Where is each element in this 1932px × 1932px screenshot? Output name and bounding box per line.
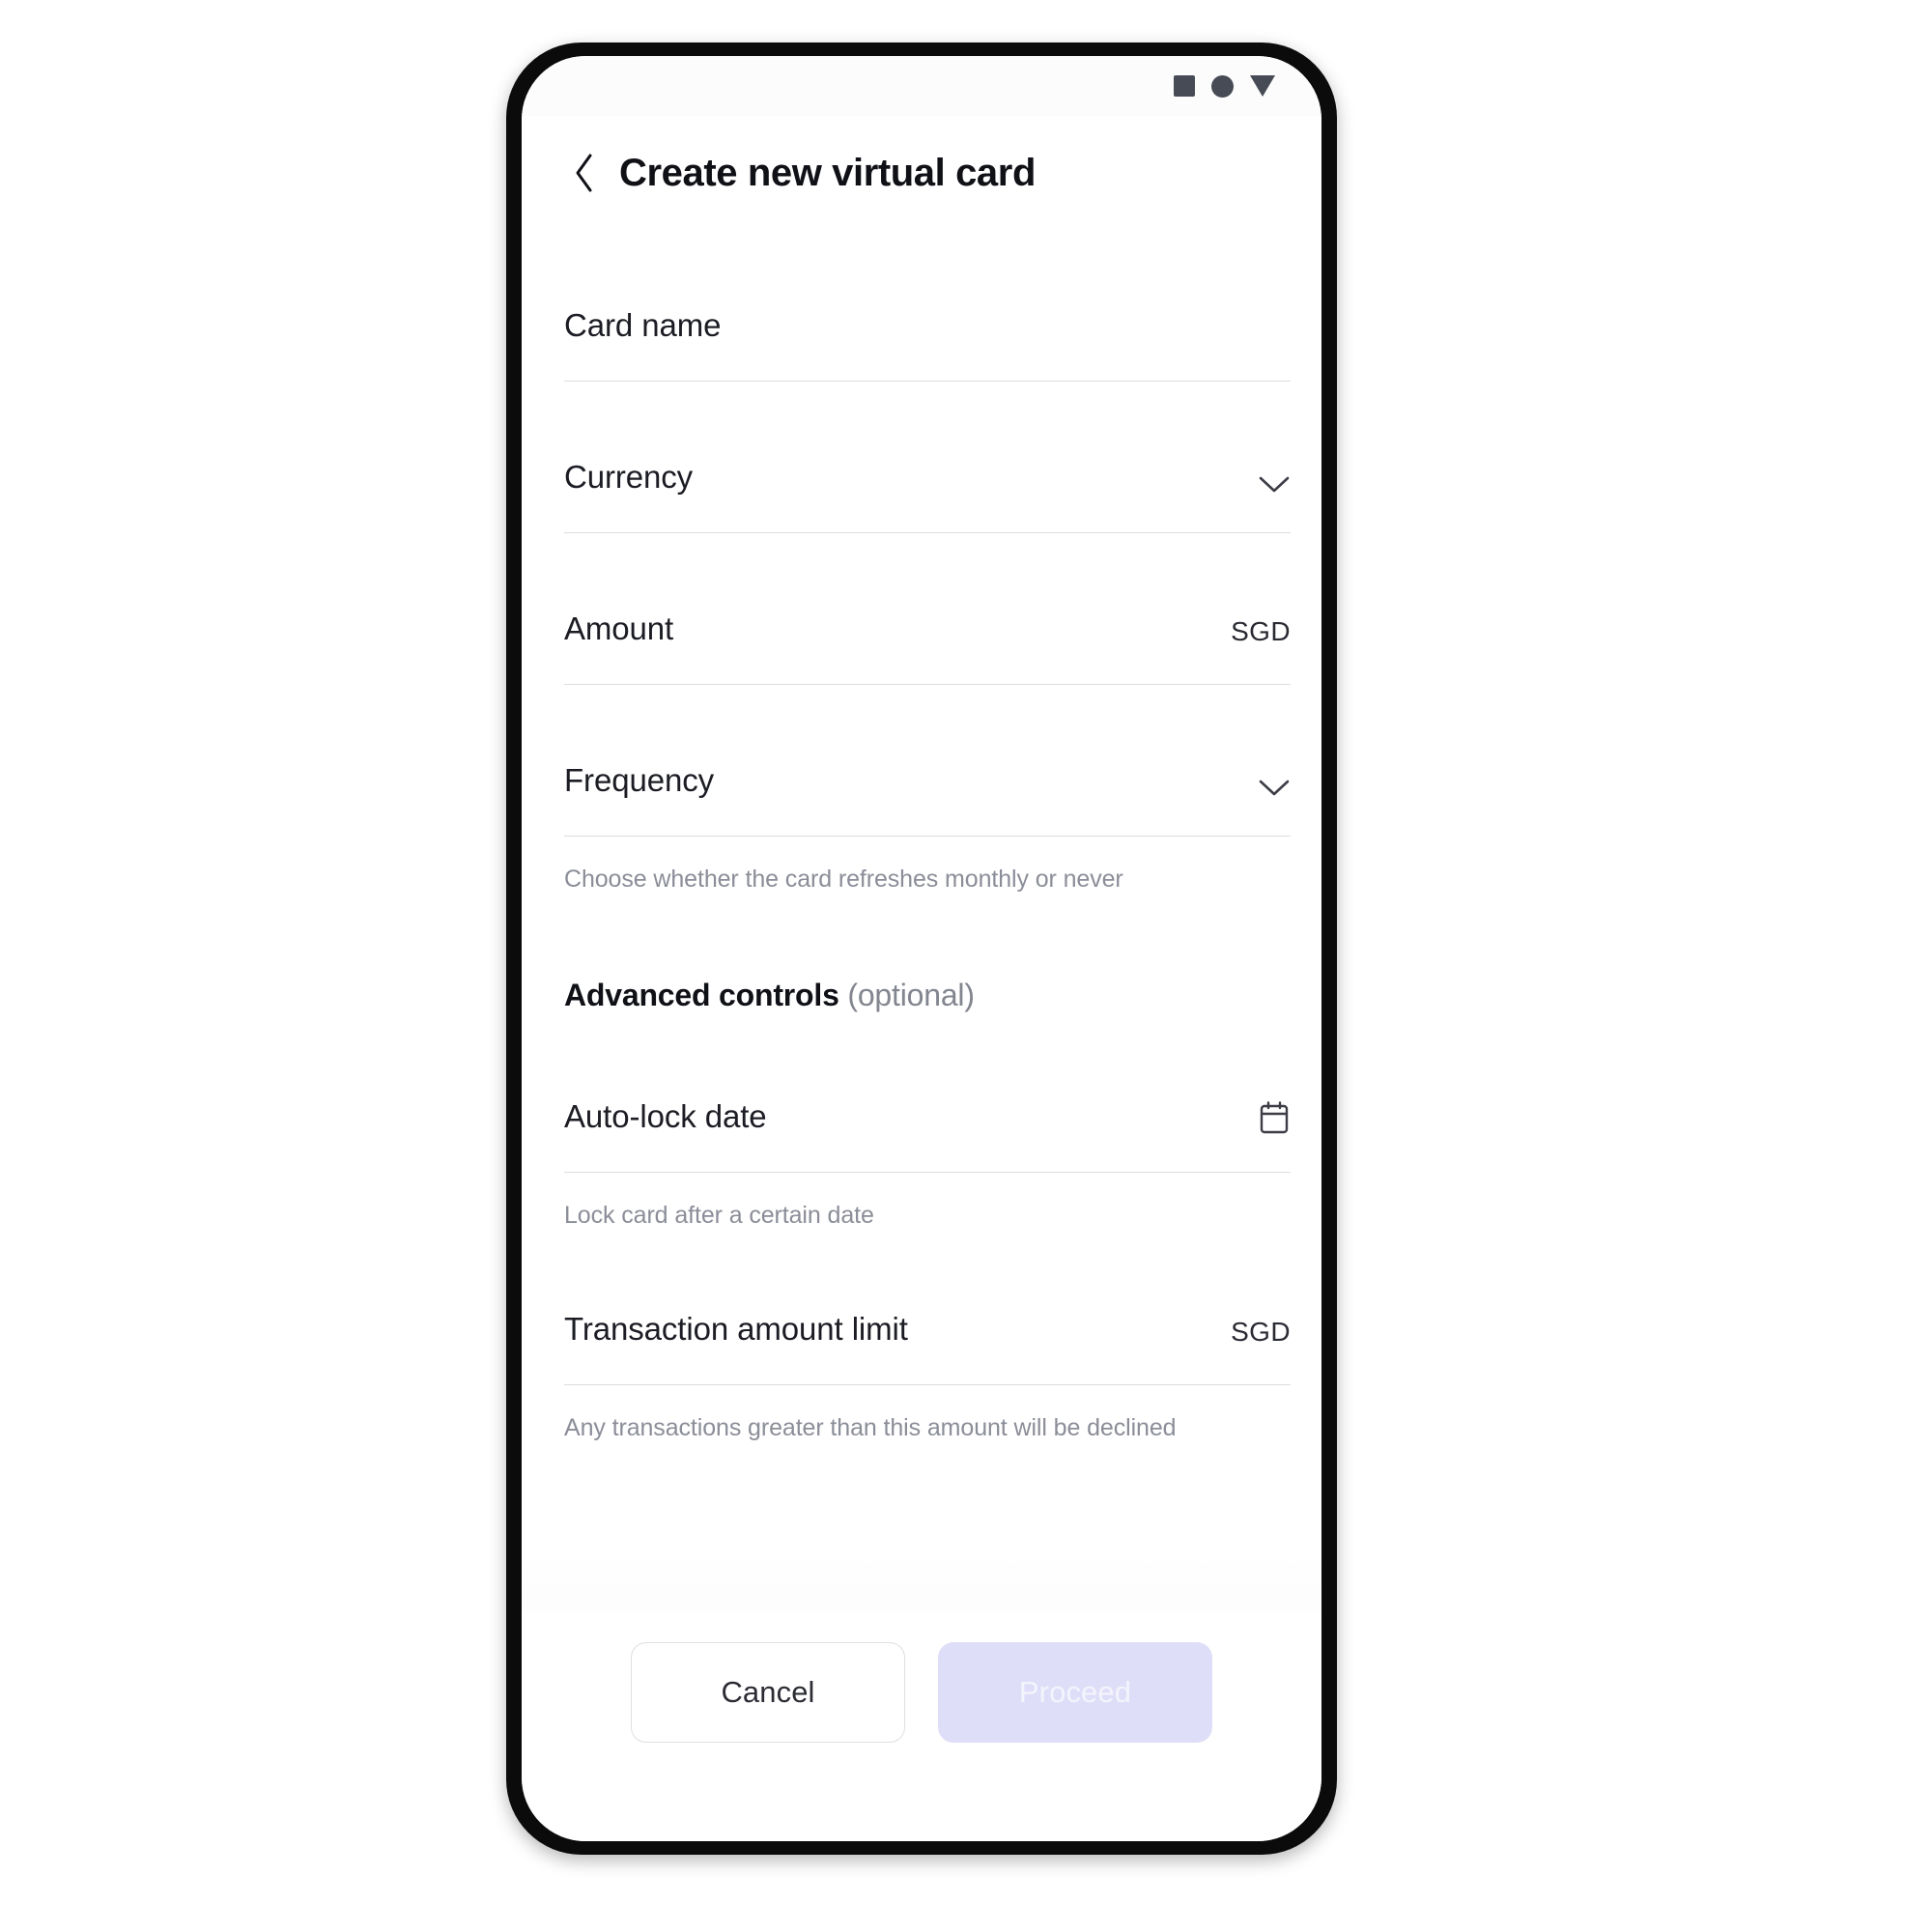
- advanced-controls-optional-note: (optional): [847, 978, 975, 1013]
- field-helper-text: Lock card after a certain date: [564, 1202, 874, 1230]
- field-label: Auto-lock date: [564, 1098, 767, 1135]
- field-row[interactable]: Card name: [564, 292, 1291, 381]
- field-label: Amount: [564, 611, 674, 646]
- phone-screen: Create new virtual card Card name Curren…: [522, 56, 1321, 1841]
- field-row[interactable]: Auto-lock date: [564, 1083, 1291, 1172]
- currency-suffix: SGD: [1231, 1316, 1291, 1347]
- field-label: Transaction amount limit: [564, 1310, 908, 1347]
- page-title: Create new virtual card: [619, 151, 1036, 194]
- calendar-icon[interactable]: [1258, 1100, 1291, 1135]
- field-card-name[interactable]: Card name: [564, 230, 1291, 382]
- chevron-down-icon[interactable]: [1258, 474, 1291, 496]
- triangle-down-icon: [1250, 75, 1275, 97]
- status-bar: [522, 56, 1321, 116]
- back-button[interactable]: [566, 152, 603, 194]
- chevron-down-icon[interactable]: [1258, 778, 1291, 799]
- field-label: Currency: [564, 459, 694, 495]
- field-label: Card name: [564, 307, 722, 343]
- field-row[interactable]: Frequency: [564, 747, 1291, 836]
- field-row[interactable]: Currency: [564, 443, 1291, 532]
- screenshot-stage: Create new virtual card Card name Curren…: [0, 0, 1932, 1932]
- cancel-button[interactable]: Cancel: [631, 1642, 905, 1743]
- status-icon-group: [1174, 74, 1275, 98]
- scroll-fade-overlay: [522, 1555, 1321, 1611]
- field-frequency[interactable]: Frequency Choose whether the card refres…: [564, 685, 1291, 896]
- chevron-left-icon: [572, 153, 597, 193]
- app-header: Create new virtual card: [522, 116, 1321, 230]
- field-transaction-amount-limit[interactable]: Transaction amount limit SGD Any transac…: [564, 1234, 1291, 1445]
- square-icon: [1174, 75, 1195, 97]
- proceed-button[interactable]: Proceed: [938, 1642, 1212, 1743]
- field-helper-text: Choose whether the card refreshes monthl…: [564, 866, 1123, 893]
- field-row[interactable]: Amount SGD: [564, 595, 1291, 684]
- field-helper-text: Any transactions greater than this amoun…: [564, 1413, 1177, 1441]
- field-row[interactable]: Transaction amount limit SGD: [564, 1295, 1291, 1384]
- advanced-controls-heading: Advanced controls (optional): [564, 896, 1291, 1021]
- field-label: Frequency: [564, 762, 715, 798]
- field-currency[interactable]: Currency: [564, 382, 1291, 533]
- currency-suffix: SGD: [1231, 616, 1291, 646]
- form-scroll-area[interactable]: Card name Currency Amount SGD Frequency …: [522, 230, 1321, 1611]
- footer-action-bar: Cancel Proceed: [522, 1611, 1321, 1841]
- circle-icon: [1211, 74, 1234, 98]
- advanced-controls-title: Advanced controls: [564, 978, 839, 1013]
- field-amount[interactable]: Amount SGD: [564, 533, 1291, 685]
- field-auto-lock-date[interactable]: Auto-lock date Lock card after a certain…: [564, 1021, 1291, 1233]
